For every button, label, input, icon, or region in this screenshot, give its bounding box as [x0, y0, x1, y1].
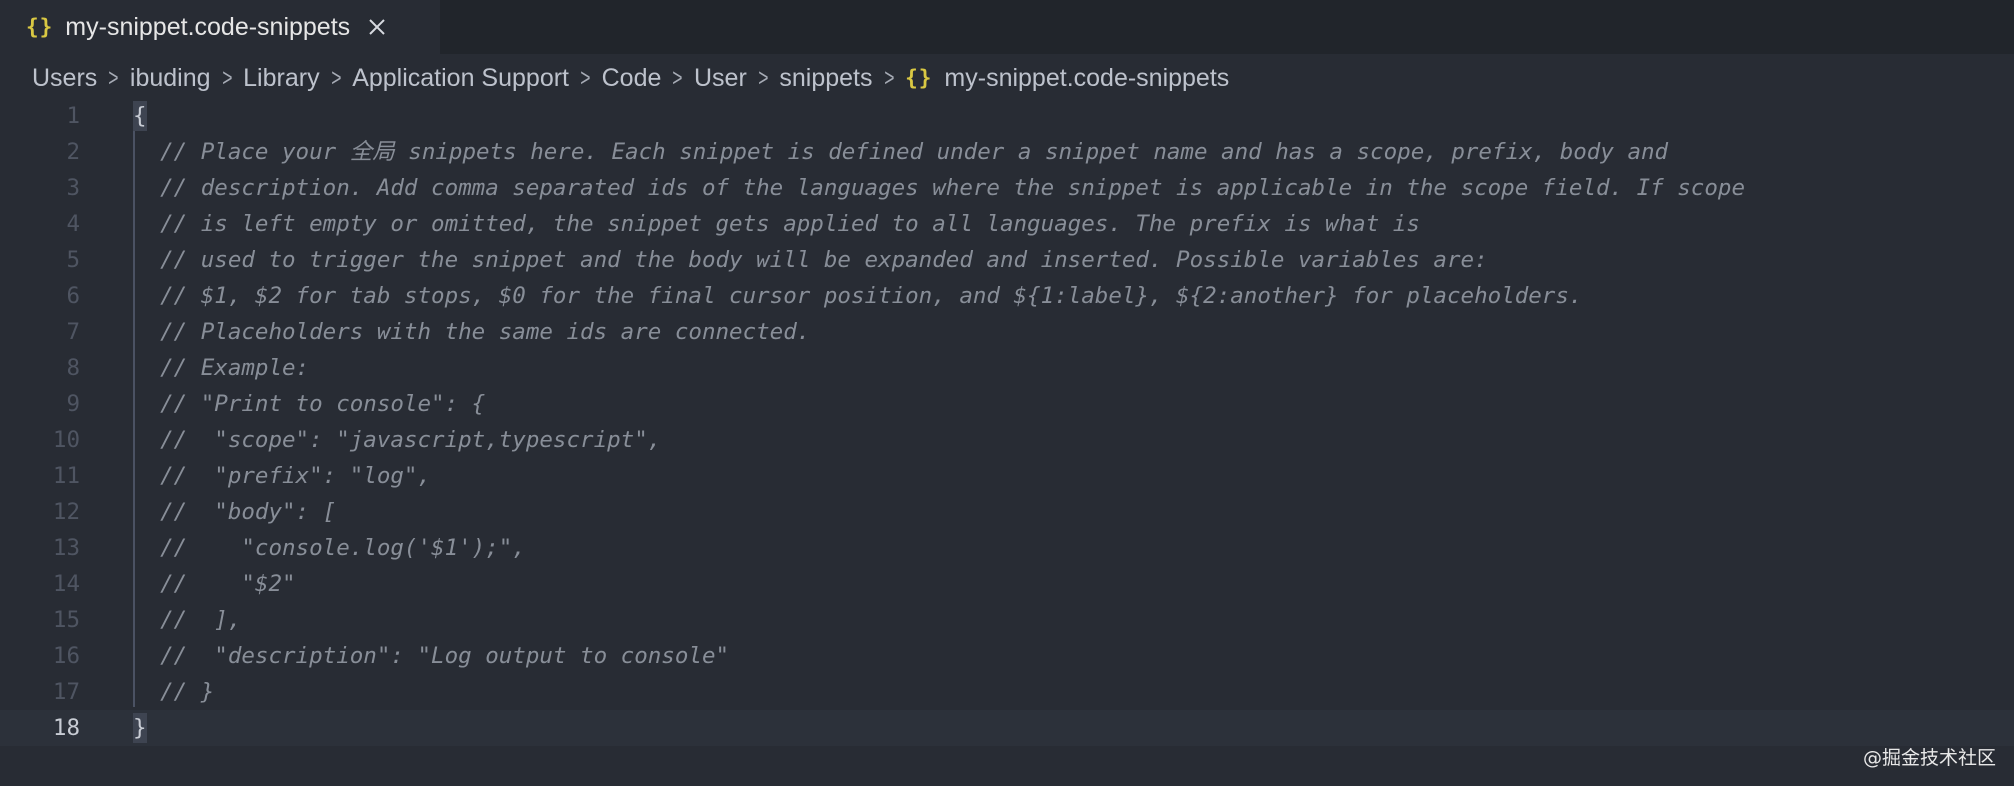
code-text: // $1, $2 for tab stops, $0 for the fina… — [133, 278, 1582, 314]
code-text: // Place your 全局 snippets here. Each sni… — [133, 134, 1668, 170]
code-text: { — [133, 98, 147, 134]
code-line[interactable]: 5 // used to trigger the snippet and the… — [0, 242, 2014, 278]
line-number: 3 — [66, 175, 80, 201]
comment-text: // Place your 全局 snippets here. Each sni… — [160, 139, 1669, 165]
chevron-right-icon: > — [330, 63, 341, 92]
code-text: // "console.log('$1');", — [133, 530, 526, 566]
chevron-right-icon: > — [883, 63, 894, 92]
code-line[interactable]: 2 // Place your 全局 snippets here. Each s… — [0, 134, 2014, 170]
line-number: 8 — [66, 355, 80, 381]
code-text: // Placeholders with the same ids are co… — [133, 314, 810, 350]
code-line[interactable]: 8 // Example: — [0, 350, 2014, 386]
line-number: 14 — [52, 571, 80, 597]
json-braces-icon: {} — [905, 66, 933, 90]
breadcrumb-item-snippets[interactable]: snippets — [779, 64, 872, 93]
line-number: 5 — [66, 247, 80, 273]
comment-text: // Example: — [160, 355, 310, 381]
chevron-right-icon: > — [221, 63, 232, 92]
comment-text: // description. Add comma separated ids … — [160, 175, 1745, 201]
code-text: // used to trigger the snippet and the b… — [133, 242, 1488, 278]
line-number: 15 — [52, 607, 80, 633]
line-number: 4 — [66, 211, 80, 237]
code-text: } — [133, 710, 147, 746]
code-text: // "prefix": "log", — [133, 458, 431, 494]
line-number: 2 — [66, 139, 80, 165]
code-text: // Example: — [133, 350, 309, 386]
line-number: 6 — [66, 283, 80, 309]
line-number: 10 — [52, 427, 80, 453]
code-line[interactable]: 14 // "$2" — [0, 566, 2014, 602]
json-braces-icon: {} — [26, 15, 54, 39]
line-number: 9 — [66, 391, 80, 417]
comment-text: // "body": [ — [160, 499, 337, 525]
code-line[interactable]: 6 // $1, $2 for tab stops, $0 for the fi… — [0, 278, 2014, 314]
watermark: @掘金技术社区 — [1862, 747, 1996, 769]
line-number: 11 — [52, 463, 80, 489]
comment-text: // "prefix": "log", — [160, 463, 432, 489]
code-line[interactable]: 11 // "prefix": "log", — [0, 458, 2014, 494]
tab-bar: {} my-snippet.code-snippets — [0, 0, 2014, 54]
matching-brace: } — [133, 713, 147, 743]
line-number: 13 — [52, 535, 80, 561]
breadcrumb-item-code[interactable]: Code — [602, 64, 662, 93]
chevron-right-icon: > — [757, 63, 769, 92]
line-number: 16 — [52, 643, 80, 669]
code-line[interactable]: 1 { — [0, 98, 2014, 134]
close-icon[interactable] — [368, 18, 386, 36]
line-number: 12 — [52, 499, 80, 525]
matching-brace: { — [133, 101, 147, 131]
comment-text: // ], — [160, 607, 242, 633]
chevron-right-icon: > — [108, 63, 119, 92]
code-line[interactable]: 12 // "body": [ — [0, 494, 2014, 530]
code-text: // "$2" — [133, 566, 296, 602]
code-text: // is left empty or omitted, the snippet… — [133, 206, 1420, 242]
comment-text: // Placeholders with the same ids are co… — [160, 319, 811, 345]
code-text: // ], — [133, 602, 241, 638]
editor-tab[interactable]: {} my-snippet.code-snippets — [0, 0, 440, 54]
code-text: // description. Add comma separated ids … — [133, 170, 1745, 206]
breadcrumb-item-user[interactable]: User — [694, 64, 747, 93]
code-text: // "body": [ — [133, 494, 336, 530]
tab-title: my-snippet.code-snippets — [65, 12, 351, 41]
code-line[interactable]: 9 // "Print to console": { — [0, 386, 2014, 422]
comment-text: // "Print to console": { — [160, 391, 486, 417]
code-line[interactable]: 16 // "description": "Log output to cons… — [0, 638, 2014, 674]
comment-text: // $1, $2 for tab stops, $0 for the fina… — [160, 283, 1583, 309]
current-code-line[interactable]: 18 } — [0, 710, 2014, 746]
breadcrumb-item-ibuding[interactable]: ibuding — [130, 64, 211, 93]
comment-text: // "scope": "javascript,typescript", — [160, 427, 662, 453]
code-line[interactable]: 10 // "scope": "javascript,typescript", — [0, 422, 2014, 458]
line-number: 17 — [52, 679, 80, 705]
code-text: // "Print to console": { — [133, 386, 485, 422]
comment-text: // is left empty or omitted, the snippet… — [160, 211, 1420, 237]
code-text: // "scope": "javascript,typescript", — [133, 422, 661, 458]
line-number: 18 — [52, 715, 80, 741]
code-line[interactable]: 4 // is left empty or omitted, the snipp… — [0, 206, 2014, 242]
chevron-right-icon: > — [580, 63, 591, 92]
code-editor[interactable]: 1 { 2 // Place your 全局 snippets here. Ea… — [0, 98, 2014, 746]
breadcrumb-item-library[interactable]: Library — [243, 64, 319, 93]
code-text: // } — [133, 674, 214, 710]
breadcrumb-item-users[interactable]: Users — [32, 64, 97, 93]
code-line[interactable]: 15 // ], — [0, 602, 2014, 638]
line-number: 1 — [66, 103, 80, 129]
breadcrumb: Users > ibuding > Library > Application … — [32, 56, 1229, 100]
chevron-right-icon: > — [672, 63, 683, 92]
line-number: 7 — [66, 319, 80, 345]
code-line[interactable]: 13 // "console.log('$1');", — [0, 530, 2014, 566]
comment-text: // "console.log('$1');", — [160, 535, 526, 561]
breadcrumb-item-file[interactable]: my-snippet.code-snippets — [944, 64, 1229, 93]
breadcrumb-item-application-support[interactable]: Application Support — [352, 64, 569, 93]
comment-text: // used to trigger the snippet and the b… — [160, 247, 1488, 273]
comment-text: // "description": "Log output to console… — [160, 643, 730, 669]
comment-text: // "$2" — [160, 571, 296, 597]
comment-text: // } — [160, 679, 215, 705]
code-line[interactable]: 3 // description. Add comma separated id… — [0, 170, 2014, 206]
code-line[interactable]: 17 // } — [0, 674, 2014, 710]
code-line[interactable]: 7 // Placeholders with the same ids are … — [0, 314, 2014, 350]
code-text: // "description": "Log output to console… — [133, 638, 729, 674]
